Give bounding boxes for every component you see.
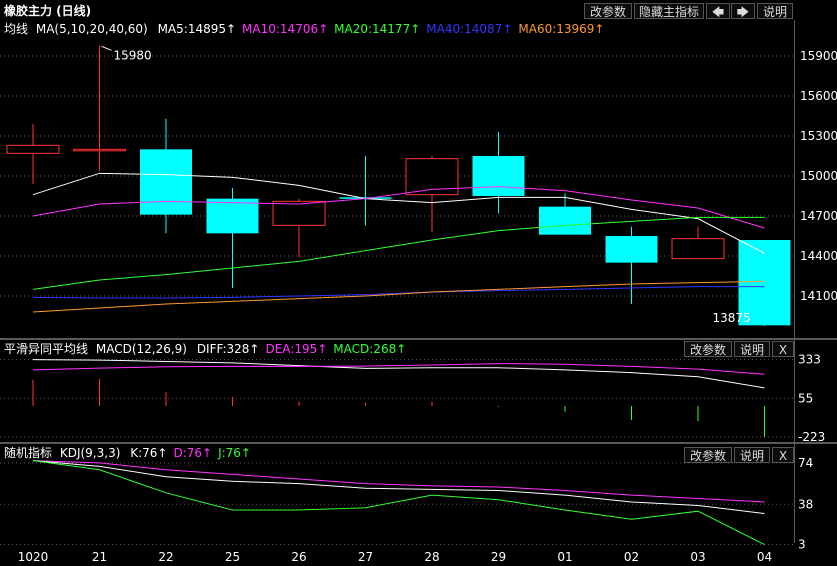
y-tick-label: 15000 (800, 169, 837, 183)
price-panel[interactable]: 15900 15600 15300 15000 14700 14400 14100 15980… (0, 38, 837, 338)
macd-panel[interactable]: 333 55 -223 (0, 340, 837, 444)
params-button[interactable]: 改参数 (584, 3, 632, 19)
candle-body (605, 236, 658, 263)
x-tick-label: 1020 (18, 550, 49, 563)
ma-legend-name: 均线 (4, 22, 29, 36)
x-tick-label: 26 (291, 550, 306, 563)
candle-body (140, 149, 192, 215)
ma-line (32, 286, 765, 299)
macd-chart[interactable]: 333 55 -223 (0, 340, 837, 444)
main-legend: 橡胶主力 (日线) (4, 2, 97, 20)
candle-body (671, 238, 725, 260)
y-tick-label: 15900 (800, 49, 837, 63)
x-tick-label: 03 (690, 550, 705, 563)
ma-legend-items: MA5:14895↑ MA10:14706↑ MA20:14177↑ MA40:140… (152, 22, 605, 36)
legend-item: MA20:14177↑ (334, 22, 421, 36)
d-line (32, 460, 765, 503)
y-tick-label: 55 (798, 391, 813, 405)
high-price-label: 15980 (114, 48, 152, 62)
x-tick-label: 25 (225, 550, 240, 563)
ma-legend-params: MA(5,10,20,40,60) (35, 22, 148, 36)
candle-body (206, 198, 259, 234)
chart-title: 橡胶主力 (日线) (4, 4, 92, 18)
legend-item: MA10:14706↑ (242, 22, 329, 36)
legend-item: MA60:13969↑ (518, 22, 605, 36)
candle-body (73, 148, 126, 152)
help-button[interactable]: 说明 (757, 3, 793, 19)
k-line (32, 460, 765, 514)
low-price-label: 13875 (713, 311, 751, 325)
hide-indicator-button[interactable]: 隐藏主指标 (634, 3, 704, 19)
y-tick-label: 15600 (800, 89, 837, 103)
y-tick-label: 14100 (800, 289, 837, 303)
candle-body (472, 156, 525, 196)
y-tick-label: 74 (798, 456, 813, 470)
y-tick-label: 15300 (800, 129, 837, 143)
y-tick-label: 333 (798, 353, 821, 367)
x-tick-label: 27 (358, 550, 373, 563)
x-tick-label: 21 (92, 550, 107, 563)
y-tick-label: 14700 (800, 209, 837, 223)
candle-body (272, 200, 326, 226)
left-arrow-icon[interactable]: 🡄 (706, 3, 730, 19)
candle-body (539, 206, 591, 235)
ma-legend: 均线 MA(5,10,20,40,60) MA5:14895↑ MA10:1470… (4, 20, 604, 38)
y-tick-label: 3 (798, 538, 806, 552)
diff-line (32, 359, 765, 389)
y-tick-label: -223 (798, 430, 825, 442)
x-tick-label: 02 (624, 550, 639, 563)
ma-line (32, 280, 765, 313)
dea-line (32, 363, 765, 375)
y-tick-label: 38 (798, 497, 813, 511)
price-axis-line (794, 20, 795, 543)
legend-item: MA5:14895↑ (157, 22, 237, 36)
candlestick-chart[interactable]: 15900 15600 15300 15000 14700 14400 14100 15980… (0, 38, 837, 338)
x-tick-label: 22 (158, 550, 173, 563)
high-marker (101, 45, 112, 51)
x-tick-label: 29 (491, 550, 506, 563)
x-tick-label: 04 (757, 550, 772, 563)
kdj-chart[interactable]: 74 38 3 1020 21 22 25 26 27 28 29 01 02 03 04 (0, 444, 837, 564)
right-arrow-icon[interactable]: 🡆 (731, 3, 755, 19)
y-tick-label: 14400 (800, 249, 837, 263)
kdj-panel[interactable]: 74 38 3 1020 21 22 25 26 27 28 29 01 02 03 04 (0, 444, 837, 564)
legend-item: MA40:14087↑ (426, 22, 513, 36)
candle-body (6, 144, 60, 154)
x-tick-label: 28 (424, 550, 439, 563)
x-tick-label: 01 (557, 550, 572, 563)
